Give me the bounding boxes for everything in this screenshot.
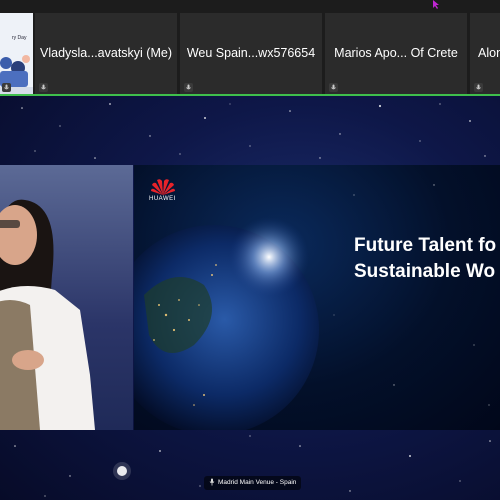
huawei-logo-icon (151, 179, 175, 195)
mic-icon (474, 83, 483, 92)
venue-label: Madrid Main Venue - Spain (204, 476, 302, 490)
mic-icon (39, 83, 48, 92)
mic-icon (209, 478, 215, 486)
slide-title: Future Talent fo Sustainable Wo (354, 235, 497, 282)
presentation-slide: HUAWEI Future Talent fo Sustainable Wo (134, 165, 500, 430)
pointer-cursor-icon (433, 0, 439, 9)
mic-icon (184, 83, 193, 92)
shared-thumbnail-tile[interactable]: ry Day (0, 13, 33, 95)
participant-name: Alon (478, 46, 500, 60)
mic-icon (2, 83, 11, 92)
participant-tile[interactable]: Marios Apo... Of Crete (325, 13, 467, 95)
participant-tile[interactable]: Alon (470, 13, 500, 95)
slide-brand-text: HUAWEI (149, 196, 176, 202)
participant-name: Marios Apo... Of Crete (334, 46, 458, 60)
participant-tile-me[interactable]: Vladysla...avatskyi (Me) (35, 13, 177, 95)
venue-label-text: Madrid Main Venue - Spain (218, 479, 297, 486)
mic-icon (329, 83, 338, 92)
participant-name: Weu Spain...wx576654 (186, 46, 316, 60)
participant-tile[interactable]: Weu Spain...wx576654 (180, 13, 322, 95)
participant-name: Vladysla...avatskyi (Me) (40, 46, 172, 60)
earth-image (134, 184, 490, 430)
presenter-silhouette (0, 199, 95, 430)
presenter-video (0, 165, 133, 430)
thumbnail-text: ry Day (12, 35, 27, 41)
participant-strip: ry Day Vladysla...avatskyi (Me) Weu Spai… (0, 0, 500, 95)
